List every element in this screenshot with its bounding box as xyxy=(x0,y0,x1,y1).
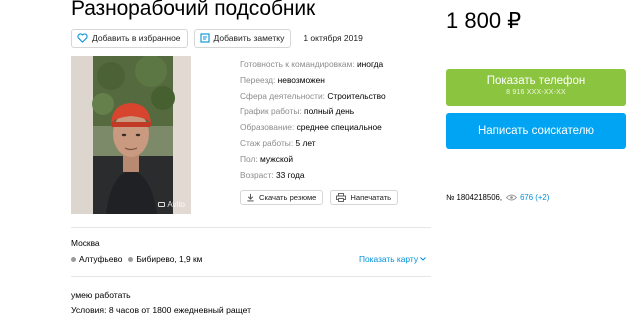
detail-value: среднее специальное xyxy=(296,122,382,133)
page-title: Разнорабочий подсобник xyxy=(71,0,316,20)
detail-value: иногда xyxy=(357,59,384,69)
metro-dot-icon xyxy=(128,256,134,262)
add-to-favorites-label: Добавить в избранное xyxy=(92,33,181,43)
printer-icon xyxy=(336,193,347,202)
metro-name: Бибирево, 1,9 км xyxy=(136,254,203,264)
show-map-link[interactable]: Показать карту xyxy=(359,254,426,264)
avito-watermark: Avito xyxy=(158,200,185,209)
detail-row: Возраст: 33 года xyxy=(240,168,440,184)
divider xyxy=(71,227,431,228)
detail-key: График работы: xyxy=(240,106,302,117)
metro-station: Алтуфьево xyxy=(71,254,122,264)
listing-meta: № 1804218506, 676 (+2) xyxy=(446,193,549,202)
detail-key: Образование: xyxy=(240,122,295,133)
detail-value: мужской xyxy=(260,153,294,164)
write-to-candidate-button[interactable]: Написать соискателю xyxy=(446,113,626,149)
download-icon xyxy=(246,193,255,202)
listing-actions: Добавить в избранное Добавить заметку 1 … xyxy=(71,28,363,48)
divider xyxy=(71,276,431,277)
eye-icon xyxy=(506,194,518,201)
detail-key: Возраст: xyxy=(240,169,274,180)
detail-value: полный день xyxy=(304,106,355,117)
show-phone-button[interactable]: Показать телефон 8 916 XXX-XX-XX xyxy=(446,69,626,106)
download-resume-button[interactable]: Скачать резюме xyxy=(240,190,324,205)
detail-key: Готовность к командировкам: xyxy=(240,59,355,69)
metro-dot-icon xyxy=(71,256,76,262)
detail-value: 5 лет xyxy=(295,137,316,148)
add-to-favorites-button[interactable]: Добавить в избранное xyxy=(71,28,188,48)
note-icon xyxy=(199,33,210,43)
metro-stations: Алтуфьево Бибирево, 1,9 км xyxy=(71,254,208,264)
detail-row: Переезд: невозможен xyxy=(240,73,440,89)
views-count: 676 (+2) xyxy=(520,193,550,202)
detail-row: Готовность к командировкам: иногда xyxy=(240,57,440,73)
detail-key: Переезд: xyxy=(240,74,276,85)
listing-number: № 1804218506, xyxy=(446,193,503,202)
detail-row: График работы: полный день xyxy=(240,104,440,120)
camera-icon xyxy=(158,202,166,208)
resume-details: Готовность к командировкам: иногда Перее… xyxy=(240,57,440,183)
show-phone-label: Показать телефон xyxy=(486,75,586,87)
show-map-label: Показать карту xyxy=(359,254,419,264)
detail-row: Образование: среднее специальное xyxy=(240,120,440,136)
metro-station: Бибирево, 1,9 км xyxy=(128,254,202,264)
chevron-down-icon xyxy=(420,257,426,261)
candidate-photo[interactable]: Avito xyxy=(71,56,191,214)
location-city: Москва xyxy=(71,238,100,248)
detail-key: Сфера деятельности: xyxy=(240,90,326,101)
price: 1 800 ₽ xyxy=(446,8,522,33)
detail-key: Стаж работы: xyxy=(240,137,294,148)
description-line: умею работать xyxy=(71,290,131,300)
heart-icon xyxy=(77,33,88,43)
resume-actions: Скачать резюме Напечатать xyxy=(240,190,405,205)
detail-value: невозможен xyxy=(277,74,325,85)
detail-row: Пол: мужской xyxy=(240,152,440,168)
add-note-button[interactable]: Добавить заметку xyxy=(193,28,292,48)
watermark-text: Avito xyxy=(167,200,185,209)
print-button[interactable]: Напечатать xyxy=(330,190,399,205)
detail-value: 33 года xyxy=(275,169,305,180)
masked-phone-number: 8 916 XXX-XX-XX xyxy=(506,89,566,96)
download-resume-label: Скачать резюме xyxy=(259,193,317,202)
detail-key: Пол: xyxy=(240,153,258,164)
detail-value: Строительство xyxy=(327,90,386,101)
add-note-label: Добавить заметку xyxy=(213,33,285,43)
description-line: Условия: 8 часов от 1800 ежедневный раще… xyxy=(71,305,252,315)
metro-name: Алтуфьево xyxy=(79,254,123,264)
views-counter[interactable]: 676 (+2) xyxy=(506,193,549,202)
listing-date: 1 октября 2019 xyxy=(303,33,363,43)
detail-row: Сфера деятельности: Строительство xyxy=(240,89,440,105)
detail-row: Стаж работы: 5 лет xyxy=(240,136,440,152)
print-label: Напечатать xyxy=(350,193,392,202)
